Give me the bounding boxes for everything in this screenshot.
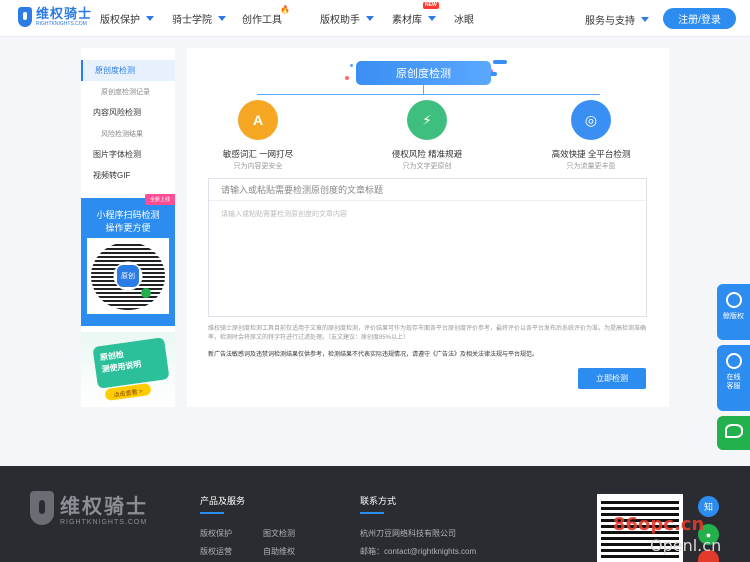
footer-contact-heading: 联系方式 bbox=[360, 496, 397, 506]
nav-copyright-protection[interactable]: 版权保护 bbox=[100, 11, 154, 26]
promo-subtitle: 操作更方便 bbox=[105, 223, 151, 233]
footer-company: 杭州刀豆网络科技有限公司 bbox=[360, 529, 456, 538]
chevron-down-icon bbox=[641, 17, 649, 22]
float-wechat-button[interactable] bbox=[717, 416, 750, 450]
feature-title: 高效快捷 全平台检测 bbox=[551, 149, 631, 159]
ad-law-note: 新广告法敏感词及违禁词检测结果仅供参考，检测结果不代表实际违规情况，请遵守《广告… bbox=[208, 352, 539, 358]
float-label-line1: 在线 bbox=[726, 374, 741, 381]
sidebar: 原创度检测 原创度检测记录 内容风险检测 风险检测结果 图片字体检测 视频转GI… bbox=[81, 48, 175, 407]
qr-center-logo: 原创 bbox=[117, 265, 139, 287]
whale-icon bbox=[725, 292, 742, 308]
sidebar-item-risk-results[interactable]: 风险检测结果 bbox=[81, 123, 175, 144]
chat-bubble-icon bbox=[725, 353, 742, 369]
article-title-input[interactable] bbox=[209, 179, 646, 201]
shield-icon: ⚡ bbox=[407, 100, 447, 140]
nav-label: 素材库 bbox=[392, 15, 422, 26]
chevron-down-icon bbox=[218, 16, 226, 21]
chevron-down-icon bbox=[146, 16, 154, 21]
float-copyright-button[interactable]: 鲸版权 bbox=[717, 284, 750, 340]
nav-label: 骑士学院 bbox=[172, 15, 212, 26]
manual-card: 原创检 测使用说明 bbox=[92, 337, 170, 389]
sidebar-item-originality-records[interactable]: 原创度检测记录 bbox=[81, 81, 175, 102]
target-icon: ◎ bbox=[571, 100, 611, 140]
nav-label: 冰眼 bbox=[454, 15, 474, 26]
nav-academy[interactable]: 骑士学院 bbox=[172, 11, 226, 26]
float-label: 鲸版权 bbox=[723, 313, 744, 320]
usage-manual-banner[interactable]: 原创检 测使用说明 点击查看 > bbox=[81, 332, 175, 407]
nav-copyright-assistant[interactable]: 版权助手 bbox=[320, 11, 374, 26]
main-panel: 原创度检测 A 敏感词汇 一网打尽 只为内容更安全 ⚡ 侵权风险 精准规避 只为… bbox=[187, 48, 669, 407]
check-now-button[interactable]: 立即检测 bbox=[578, 368, 646, 389]
footer-divider bbox=[200, 512, 224, 514]
decor-dot bbox=[345, 76, 349, 80]
main-nav: 版权保护 骑士学院 创作工具 🔥 版权助手 素材库 NEW 冰眼 bbox=[100, 0, 474, 37]
float-online-service-button[interactable]: 在线 客服 bbox=[717, 345, 750, 411]
decor-dash bbox=[493, 60, 507, 64]
feature-infringement-risk: ⚡ 侵权风险 精准规避 只为文字更原创 bbox=[362, 100, 492, 171]
new-badge: NEW bbox=[423, 2, 439, 9]
miniprogram-promo[interactable]: 全新上线 小程序扫码检测 操作更方便 原创 bbox=[81, 194, 175, 326]
hot-flame-icon: 🔥 bbox=[280, 5, 290, 14]
article-content-textarea[interactable] bbox=[209, 203, 646, 316]
chevron-down-icon bbox=[428, 16, 436, 21]
float-label: 在线 客服 bbox=[727, 373, 741, 391]
connector-line bbox=[257, 94, 600, 95]
sidebar-item-font-check[interactable]: 图片字体检测 bbox=[81, 144, 175, 165]
new-launch-badge: 全新上线 bbox=[144, 194, 175, 205]
nav-label: 创作工具 bbox=[242, 15, 282, 26]
sidebar-item-content-risk[interactable]: 内容风险检测 bbox=[81, 102, 175, 123]
footer-logo-title: 维权骑士 bbox=[60, 496, 148, 518]
footer-link-operation[interactable]: 版权运营 bbox=[200, 546, 232, 557]
nav-material-library[interactable]: 素材库 NEW bbox=[392, 2, 439, 26]
feature-subtitle: 只为流量更丰盈 bbox=[566, 163, 616, 170]
knight-logo-icon bbox=[30, 491, 54, 525]
document-icon: A bbox=[238, 100, 278, 140]
decor-dot bbox=[350, 64, 353, 67]
nav-creative-tools[interactable]: 创作工具 🔥 bbox=[242, 5, 290, 26]
service-label: 服务与支持 bbox=[585, 16, 635, 27]
top-header: 维权骑士 RIGHTKNIGHTS.COM 版权保护 骑士学院 创作工具 🔥 版权… bbox=[0, 0, 750, 37]
nav-label: 版权助手 bbox=[320, 15, 360, 26]
logo-title: 维权骑士 bbox=[36, 6, 93, 21]
footer-logo: 维权骑士 RIGHTKNIGHTS.COM bbox=[30, 490, 148, 526]
feature-subtitle: 只为内容更安全 bbox=[233, 163, 283, 170]
feature-title: 侵权风险 精准规避 bbox=[391, 149, 463, 159]
footer-email[interactable]: 邮箱：contact@rightknights.com bbox=[360, 546, 476, 557]
footer-link-self-service[interactable]: 自助维权 bbox=[263, 546, 295, 557]
promo-title: 小程序扫码检测 bbox=[96, 210, 160, 220]
nav-label: 版权保护 bbox=[100, 15, 140, 26]
feature-sensitive-words: A 敏感词汇 一网打尽 只为内容更安全 bbox=[193, 100, 323, 171]
register-login-button[interactable]: 注册/登录 bbox=[663, 8, 736, 29]
miniprogram-qr-code: 原创 bbox=[87, 238, 169, 314]
footer-products-heading: 产品及服务 bbox=[200, 496, 246, 506]
watermark-text: 86opc.cn bbox=[613, 514, 705, 535]
nav-bingyan[interactable]: 冰眼 bbox=[454, 11, 474, 26]
footer-link-image-check[interactable]: 图文检测 bbox=[263, 528, 295, 539]
article-editor bbox=[208, 178, 647, 317]
float-label-line2: 客服 bbox=[726, 383, 741, 390]
logo-subtitle: RIGHTKNIGHTS.COM bbox=[36, 21, 87, 27]
usage-note: 维权骑士原创度检测工具目前仅适用于文章的原创度检测，评价结果可作为现存市面各平台… bbox=[208, 326, 647, 341]
sidebar-item-video-to-gif[interactable]: 视频转GIF bbox=[81, 165, 175, 186]
feature-all-platform: ◎ 高效快捷 全平台检测 只为流量更丰盈 bbox=[526, 100, 656, 171]
site-logo[interactable]: 维权骑士 RIGHTKNIGHTS.COM bbox=[18, 7, 92, 27]
page-title: 原创度检测 bbox=[356, 61, 491, 85]
chevron-down-icon bbox=[366, 16, 374, 21]
feature-subtitle: 只为文字更原创 bbox=[402, 163, 452, 170]
wechat-dot-icon bbox=[141, 288, 151, 298]
feature-title: 敏感词汇 一网打尽 bbox=[222, 149, 294, 159]
footer-link-protection[interactable]: 版权保护 bbox=[200, 528, 232, 539]
service-support-menu[interactable]: 服务与支持 bbox=[585, 12, 649, 27]
watermark-text: Openl.cn bbox=[650, 536, 722, 555]
footer-divider bbox=[360, 512, 384, 514]
knight-logo-icon bbox=[18, 7, 32, 27]
sidebar-item-originality-check[interactable]: 原创度检测 bbox=[81, 60, 175, 81]
footer-logo-subtitle: RIGHTKNIGHTS.COM bbox=[60, 519, 148, 526]
wechat-icon bbox=[724, 424, 743, 438]
